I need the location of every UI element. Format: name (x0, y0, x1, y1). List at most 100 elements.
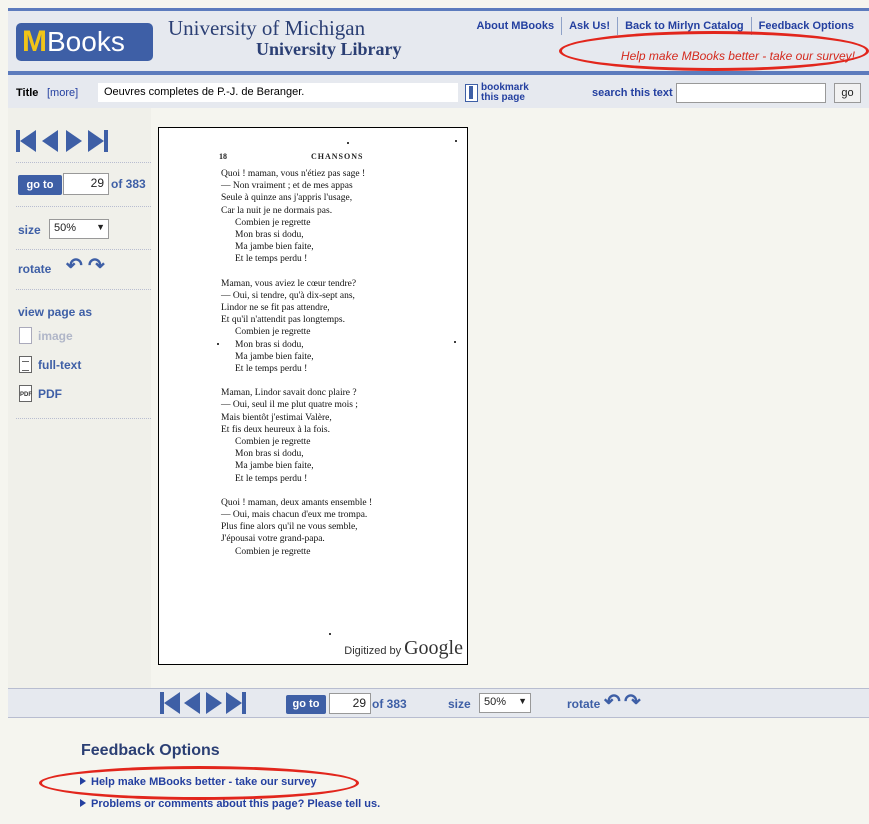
rotate-right-icon[interactable]: ↷ (88, 256, 105, 276)
view-fulltext-option[interactable]: full-text (19, 356, 81, 373)
page-text-line: Mon bras si dodu, (235, 449, 304, 460)
page-text-line: Combien je regrette (235, 217, 311, 228)
page-text-line: — Oui, si tendre, qu'à dix-sept ans, (221, 290, 355, 301)
page-text-line: Mon bras si dodu, (235, 339, 304, 350)
scan-speck (347, 142, 349, 144)
bottom-first-page-icon[interactable] (160, 692, 180, 714)
printed-page-number: 18 (219, 152, 227, 161)
scan-speck (329, 633, 331, 635)
page-text-line: Et le temps perdu ! (235, 364, 308, 375)
bottom-first-page-arrow (164, 692, 180, 714)
bottom-page-number-input[interactable]: 29 (329, 693, 371, 714)
rotate-left-icon[interactable]: ↶ (66, 256, 83, 276)
page-text-line: Plus fine alors qu'il ne vous semble, (221, 522, 358, 533)
nav-about-mbooks[interactable]: About MBooks (469, 17, 562, 35)
page-count: of 383 (111, 177, 146, 191)
stanza-break (221, 375, 372, 387)
next-page-icon[interactable] (66, 130, 82, 152)
last-page-bar (104, 130, 108, 152)
stanza-break (221, 485, 372, 497)
page-text-line: Lindor ne se fit pas attendre, (221, 303, 330, 314)
bookmark-button[interactable]: bookmark this page (465, 83, 541, 103)
title-bar: Title [more] Oeuvres completes de P.-J. … (8, 71, 869, 108)
problems-link-label: Problems or comments about this page? Pl… (91, 798, 381, 810)
page-text: Quoi ! maman, vous n'étiez pas sage ! — N… (221, 168, 372, 558)
bottom-page-count: of 383 (372, 697, 407, 711)
page-text-line: — Oui, mais chacun d'eux me trompa. (221, 510, 368, 521)
page-text-line: Maman, vous aviez le cœur tendre? (221, 278, 357, 289)
title-more-link[interactable]: [more] (47, 87, 78, 99)
sidebar-divider (16, 249, 151, 250)
bookmark-label-line2: this page (481, 92, 525, 103)
size-label: size (18, 223, 41, 237)
pdf-icon-badge: PDF (20, 392, 32, 398)
chevron-down-icon: ▼ (96, 222, 105, 232)
digitized-by-google: Digitized by Google (344, 637, 463, 660)
university-line1: University of Michigan (168, 16, 366, 40)
previous-page-icon[interactable] (42, 130, 58, 152)
logo-books: Books (47, 26, 125, 57)
page-text-line: Quoi ! maman, deux amants ensemble ! (221, 497, 373, 508)
page-text-line: Maman, Lindor savait donc plaire ? (221, 388, 357, 399)
bottom-last-page-icon[interactable] (226, 692, 246, 714)
bottom-previous-page-icon[interactable] (184, 692, 200, 714)
page-text-line: Et le temps perdu ! (235, 254, 308, 265)
page-text-line: Et fis deux heureux à la fois. (221, 424, 330, 435)
problems-link[interactable]: Problems or comments about this page? Pl… (80, 798, 380, 810)
sidebar-divider (16, 289, 151, 290)
scan-speck (454, 341, 456, 343)
search-input[interactable] (676, 83, 826, 103)
bottom-next-page-icon[interactable] (206, 692, 222, 714)
bottom-rotate-right-icon[interactable]: ↷ (624, 692, 641, 712)
search-go-button[interactable]: go (834, 83, 861, 103)
bookmark-icon (465, 84, 478, 102)
university-name: University of Michigan University Librar… (168, 17, 402, 59)
bottom-goto-button[interactable]: go to (286, 695, 326, 714)
google-logo: Google (404, 637, 463, 659)
logo-m: M (22, 25, 47, 58)
sidebar-divider (16, 418, 151, 419)
page-text-line: Mon bras si dodu, (235, 230, 304, 241)
last-page-arrow (88, 130, 104, 152)
view-page-as-label: view page as (18, 305, 93, 319)
search-label: search this text (592, 87, 673, 99)
page-text-line: Ma jambe bien faite, (235, 351, 314, 362)
rotate-label: rotate (18, 262, 52, 276)
bottom-size-select[interactable]: 50% ▼ (479, 693, 531, 713)
image-page-icon (19, 327, 32, 344)
feedback-title: Feedback Options (81, 742, 220, 759)
bookmark-label: bookmark this page (481, 83, 541, 103)
page-text-line: Mais bientôt j'estimai Valère, (221, 412, 332, 423)
first-page-arrow (20, 130, 36, 152)
page-number-input[interactable]: 29 (63, 173, 109, 195)
feedback-section: Feedback Options Help make MBooks better… (8, 718, 869, 824)
bottom-size-select-value: 50% (484, 696, 507, 708)
nav-ask-us[interactable]: Ask Us! (561, 17, 618, 35)
page-text-line: Et le temps perdu ! (235, 473, 308, 484)
view-image-label: image (38, 328, 73, 343)
running-head: CHANSONS (311, 152, 364, 161)
view-image-option[interactable]: image (19, 327, 73, 344)
pdf-icon: PDF (19, 385, 32, 402)
stanza-break (221, 266, 372, 278)
goto-button[interactable]: go to (18, 175, 62, 195)
page-text-line: Ma jambe bien faite, (235, 242, 314, 253)
mbooks-logo[interactable]: M Books (16, 23, 153, 61)
triangle-right-icon (80, 799, 86, 807)
page-text-line: Et qu'il n'attendit pas longtemps. (221, 315, 346, 326)
page-text-line: J'épousai votre grand-papa. (221, 534, 325, 545)
bottom-rotate-left-icon[interactable]: ↶ (604, 692, 621, 712)
bottom-toolbar: go to 29 of 383 size 50% ▼ rotate ↶ ↷ (8, 688, 869, 718)
left-sidebar: go to 29 of 383 size 50% ▼ rotate ↶ ↷ vi… (8, 108, 151, 688)
book-title: Oeuvres completes de P.-J. de Beranger. (98, 83, 458, 102)
size-select[interactable]: 50% ▼ (49, 219, 109, 239)
view-pdf-option[interactable]: PDF PDF (19, 385, 62, 402)
page-text-line: Seule à quinze ans j'appris l'usage, (221, 193, 353, 204)
bottom-page-navigation (160, 692, 246, 714)
last-page-icon[interactable] (88, 130, 108, 152)
chevron-down-icon: ▼ (518, 696, 527, 706)
view-pdf-label: PDF (38, 386, 62, 401)
annotation-circle-top (559, 31, 869, 71)
page-text-line: Combien je regrette (235, 546, 311, 557)
first-page-icon[interactable] (16, 130, 36, 152)
